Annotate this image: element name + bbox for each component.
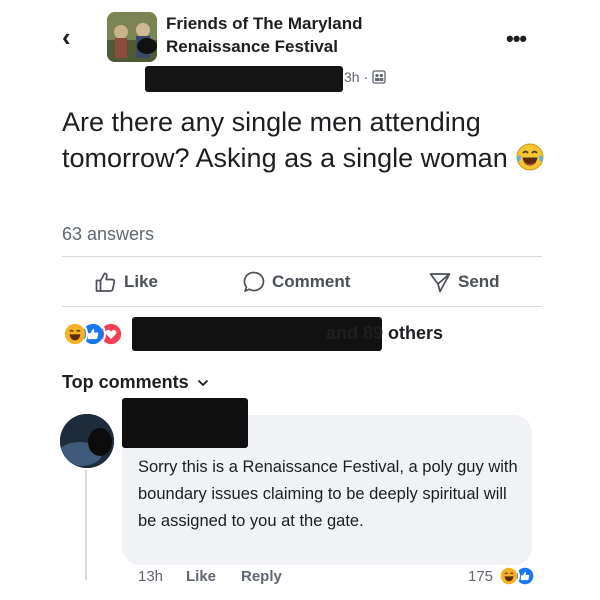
- post-text-content: Are there any single men attending tomor…: [62, 107, 508, 173]
- comment-label: Comment: [272, 272, 351, 291]
- thread-line: [85, 470, 87, 580]
- group-title[interactable]: Friends of The Maryland Renaissance Fest…: [166, 12, 446, 58]
- comment-reply-button[interactable]: Reply: [241, 568, 282, 585]
- send-icon: [429, 273, 451, 293]
- answers-count[interactable]: 63 answers: [62, 224, 154, 245]
- action-bar: Like Comment Send: [62, 262, 542, 302]
- comment-like-button[interactable]: Like: [186, 568, 216, 585]
- post-header: ‹ Friends of The Maryland Renaissance Fe…: [0, 0, 600, 100]
- chevron-down-icon: [197, 379, 208, 386]
- post-text: Are there any single men attending tomor…: [62, 104, 552, 176]
- send-label: Send: [458, 272, 500, 291]
- laugh-reaction-icon: [62, 321, 88, 347]
- laugh-reaction-icon[interactable]: [498, 565, 520, 587]
- reactions-summary[interactable]: and 89 others: [62, 317, 542, 353]
- avatar[interactable]: [60, 414, 114, 468]
- post-meta: 3h ·: [344, 69, 386, 85]
- sort-label: Top comments: [62, 372, 189, 392]
- comment-footer: 13h Like Reply 175: [138, 565, 538, 590]
- post-time[interactable]: 3h: [344, 69, 360, 85]
- redacted-author-name: [145, 66, 343, 92]
- group-avatar[interactable]: [107, 12, 157, 62]
- thumbs-up-icon: [95, 272, 116, 292]
- comment-time[interactable]: 13h: [138, 568, 163, 585]
- send-button[interactable]: Send: [428, 262, 500, 302]
- reactors-others-text[interactable]: and 89 others: [326, 323, 443, 344]
- like-button[interactable]: Like: [94, 262, 158, 302]
- comment-reaction-count[interactable]: 175: [468, 568, 493, 585]
- redacted-commenter-name: [122, 398, 248, 448]
- divider-top: [62, 256, 542, 257]
- comment-text: Sorry this is a Renaissance Festival, a …: [138, 458, 518, 530]
- chevron-left-icon[interactable]: ‹: [62, 24, 71, 50]
- meta-separator: ·: [363, 69, 369, 85]
- top-comments-sort[interactable]: Top comments: [62, 372, 209, 393]
- like-label: Like: [124, 272, 159, 291]
- comment-button[interactable]: Comment: [242, 262, 350, 302]
- laughing-tears-emoji: [516, 143, 544, 171]
- more-horizontal-icon[interactable]: •••: [506, 28, 527, 50]
- comment-bubble-icon: [243, 271, 265, 292]
- divider-bottom: [62, 306, 542, 307]
- group-audience-icon: [372, 70, 386, 84]
